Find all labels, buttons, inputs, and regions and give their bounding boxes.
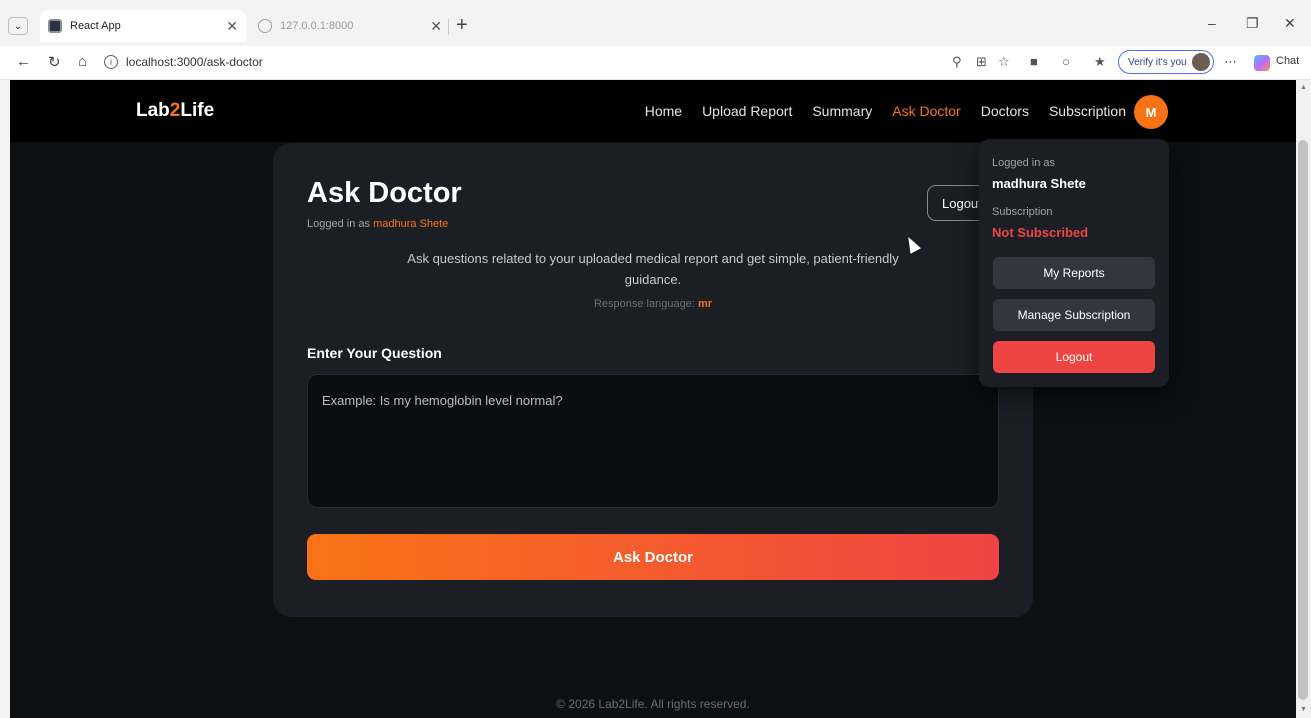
app-grid-icon[interactable]: ⊞ bbox=[976, 54, 987, 70]
page-description: Ask questions related to your uploaded m… bbox=[407, 251, 899, 287]
back-arrow-icon[interactable]: ← bbox=[16, 53, 31, 70]
page-title: Ask Doctor bbox=[307, 177, 462, 209]
dropdown-logged-label: Logged in as bbox=[992, 157, 1055, 169]
browser-tab-localhost-8000[interactable]: 127.0.0.1:8000 ✕ bbox=[250, 10, 450, 42]
ask-doctor-button[interactable]: Ask Doctor bbox=[307, 534, 999, 580]
restore-icon[interactable]: ❐ bbox=[1246, 15, 1259, 32]
nav-home[interactable]: Home bbox=[645, 103, 682, 119]
verify-label: Verify it's you bbox=[1128, 56, 1187, 68]
extension-icon[interactable]: ■ bbox=[1030, 54, 1038, 69]
brand-accent: 2 bbox=[169, 100, 181, 121]
profile-avatar-icon bbox=[1192, 53, 1210, 71]
top-navbar: Lab2Life Home Upload Report Summary Ask … bbox=[10, 80, 1296, 142]
nav-summary[interactable]: Summary bbox=[812, 103, 872, 119]
tab-title: React App bbox=[70, 20, 121, 32]
nav-upload-report[interactable]: Upload Report bbox=[702, 103, 792, 119]
user-dropdown-menu: Logged in as madhura Shete Subscription … bbox=[979, 139, 1169, 387]
minimize-icon[interactable]: – bbox=[1208, 15, 1216, 31]
nav-subscription[interactable]: Subscription bbox=[1049, 103, 1126, 119]
logged-in-user-name: madhura Shete bbox=[373, 218, 449, 230]
chevron-down-icon[interactable]: ⌄ bbox=[8, 17, 28, 35]
nav-doctors[interactable]: Doctors bbox=[981, 103, 1029, 119]
logged-in-prefix: Logged in as bbox=[307, 218, 370, 230]
copilot-icon[interactable] bbox=[1254, 55, 1270, 71]
nav-links: Home Upload Report Summary Ask Doctor Do… bbox=[645, 103, 1126, 119]
browser-address-bar: ← ↻ ⌂ i localhost:3000/ask-doctor ⚲ ⊞ ☆ … bbox=[0, 46, 1311, 80]
shield-icon[interactable]: ○ bbox=[1062, 54, 1070, 69]
ask-doctor-card: Ask Doctor Logged in as madhura Shete Lo… bbox=[273, 143, 1033, 617]
new-tab-plus-icon[interactable]: + bbox=[456, 14, 468, 36]
home-icon[interactable]: ⌂ bbox=[78, 53, 87, 70]
dropdown-logout-button[interactable]: Logout bbox=[993, 341, 1155, 373]
scrollbar-thumb[interactable] bbox=[1298, 140, 1308, 700]
reload-icon[interactable]: ↻ bbox=[48, 53, 61, 71]
window-close-icon[interactable]: ✕ bbox=[1284, 15, 1296, 32]
close-icon[interactable]: ✕ bbox=[430, 18, 442, 35]
response-language-line: Response language: mr bbox=[273, 298, 1033, 310]
tab-separator bbox=[448, 19, 449, 35]
globe-icon bbox=[258, 19, 272, 33]
key-icon[interactable]: ⚲ bbox=[952, 54, 962, 70]
user-avatar[interactable]: M bbox=[1134, 95, 1168, 129]
url-field[interactable]: i localhost:3000/ask-doctor bbox=[104, 51, 934, 73]
question-label: Enter Your Question bbox=[307, 345, 442, 361]
dropdown-subscription-label: Subscription bbox=[992, 206, 1053, 218]
language-prefix: Response language: bbox=[593, 298, 695, 310]
brand-suffix: Life bbox=[180, 100, 215, 121]
close-icon[interactable]: ✕ bbox=[226, 18, 238, 35]
url-text: localhost:3000/ask-doctor bbox=[126, 55, 263, 69]
app-viewport: Lab2Life Home Upload Report Summary Ask … bbox=[10, 80, 1296, 718]
more-options-icon[interactable]: ⋯ bbox=[1224, 54, 1237, 70]
browser-tab-react-app[interactable]: React App ✕ bbox=[40, 10, 246, 42]
react-app-favicon-icon bbox=[48, 19, 62, 33]
logged-in-line: Logged in as madhura Shete bbox=[307, 218, 448, 230]
language-code: mr bbox=[697, 298, 713, 310]
nav-ask-doctor[interactable]: Ask Doctor bbox=[892, 103, 960, 119]
favorites-icon[interactable]: ★ bbox=[1094, 54, 1106, 70]
scroll-up-icon[interactable]: ▲ bbox=[1300, 84, 1307, 91]
info-icon[interactable]: i bbox=[104, 55, 118, 69]
brand-prefix: Lab bbox=[136, 100, 170, 121]
tab-title: 127.0.0.1:8000 bbox=[280, 20, 354, 32]
brand-logo[interactable]: Lab2Life bbox=[136, 100, 214, 122]
verify-profile-button[interactable]: Verify it's you bbox=[1118, 50, 1214, 74]
subscription-status-badge: Not Subscribed bbox=[992, 225, 1089, 240]
manage-subscription-button[interactable]: Manage Subscription bbox=[993, 299, 1155, 331]
question-input[interactable] bbox=[307, 374, 999, 508]
chat-label[interactable]: Chat bbox=[1276, 55, 1299, 67]
footer-copyright: © 2026 Lab2Life. All rights reserved. bbox=[556, 697, 750, 711]
my-reports-button[interactable]: My Reports bbox=[993, 257, 1155, 289]
star-icon[interactable]: ☆ bbox=[998, 54, 1010, 70]
browser-tab-bar: ⌄ React App ✕ 127.0.0.1:8000 ✕ + – ❐ ✕ bbox=[0, 0, 1311, 46]
dropdown-user-name: madhura Shete bbox=[992, 176, 1086, 191]
scroll-down-icon[interactable]: ▼ bbox=[1300, 706, 1307, 713]
